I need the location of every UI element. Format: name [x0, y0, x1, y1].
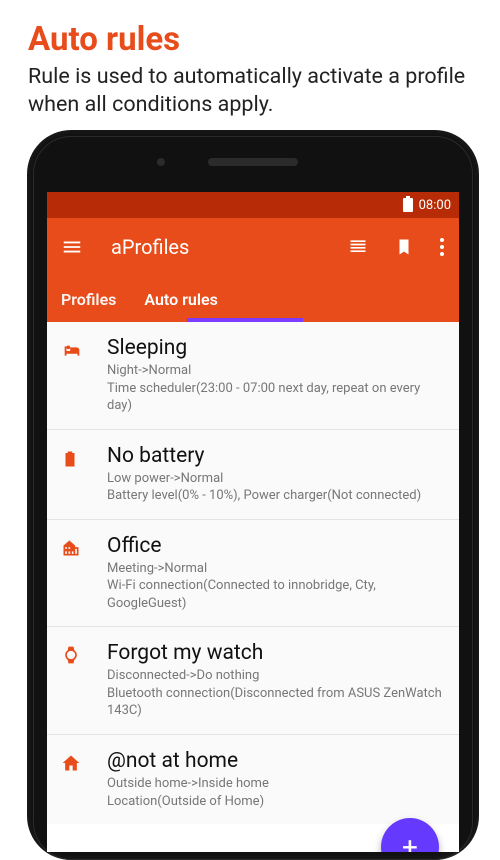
list-item[interactable]: Sleeping Night->Normal Time scheduler(23… — [47, 322, 459, 430]
rule-transition: Disconnected->Do nothing — [107, 667, 443, 685]
phone-frame: 08:00 aProfiles Profiles Auto rules — [27, 130, 479, 860]
tab-profiles[interactable]: Profiles — [61, 276, 116, 322]
app-title: aProfiles — [111, 235, 319, 259]
menu-icon[interactable] — [61, 236, 83, 258]
rule-condition: Bluetooth connection(Disconnected from A… — [107, 685, 443, 720]
overflow-menu-icon[interactable] — [439, 236, 445, 258]
home-icon — [61, 749, 107, 810]
app-bar: aProfiles — [47, 218, 459, 276]
status-bar: 08:00 — [47, 192, 459, 218]
list-item[interactable]: Forgot my watch Disconnected->Do nothing… — [47, 627, 459, 735]
rule-transition: Low power->Normal — [107, 470, 443, 488]
rule-title: Forgot my watch — [107, 641, 443, 665]
tab-bar: Profiles Auto rules — [47, 276, 459, 322]
rule-condition: Battery level(0% - 10%), Power charger(N… — [107, 487, 443, 505]
rule-transition: Night->Normal — [107, 362, 443, 380]
list-item[interactable]: No battery Low power->Normal Battery lev… — [47, 430, 459, 520]
rule-title: @not at home — [107, 749, 443, 773]
screen: 08:00 aProfiles Profiles Auto rules — [47, 192, 459, 852]
battery-low-icon — [61, 444, 107, 505]
building-icon — [61, 534, 107, 613]
tab-auto-rules[interactable]: Auto rules — [144, 276, 217, 322]
promo-title: Auto rules — [0, 0, 500, 63]
bookmark-icon[interactable] — [393, 236, 415, 258]
rule-condition: Time scheduler(23:00 - 07:00 next day, r… — [107, 380, 443, 415]
list-item[interactable]: Office Meeting->Normal Wi-Fi connection(… — [47, 520, 459, 628]
tab-indicator — [187, 318, 303, 322]
list-view-icon[interactable] — [347, 236, 369, 258]
rules-list: Sleeping Night->Normal Time scheduler(23… — [47, 322, 459, 824]
rule-title: Office — [107, 534, 443, 558]
list-item[interactable]: @not at home Outside home->Inside home L… — [47, 735, 459, 824]
rule-transition: Outside home->Inside home — [107, 775, 443, 793]
battery-icon — [403, 198, 413, 212]
watch-icon — [61, 641, 107, 720]
rule-transition: Meeting->Normal — [107, 560, 443, 578]
rule-title: Sleeping — [107, 336, 443, 360]
phone-speaker — [208, 158, 298, 166]
rule-condition: Wi-Fi connection(Connected to innobridge… — [107, 577, 443, 612]
rule-title: No battery — [107, 444, 443, 468]
promo-subtitle: Rule is used to automatically activate a… — [0, 63, 500, 129]
bed-icon — [61, 336, 107, 415]
rule-condition: Location(Outside of Home) — [107, 793, 443, 811]
phone-sensor — [157, 158, 165, 166]
status-time: 08:00 — [419, 198, 451, 213]
